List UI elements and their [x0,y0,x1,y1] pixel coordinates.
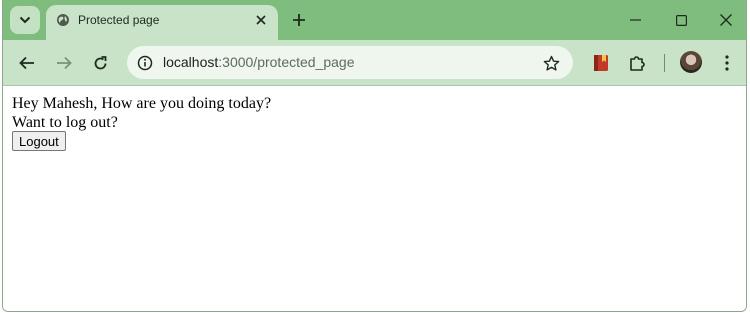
plus-icon [293,14,305,26]
new-tab-button[interactable] [288,9,310,31]
globe-icon [56,13,70,27]
logout-button[interactable]: Logout [12,131,66,151]
tab-search-button[interactable] [10,6,40,34]
bookmark-extension-button[interactable] [588,50,614,76]
close-icon[interactable] [252,11,270,29]
forward-button[interactable] [51,50,77,76]
window-close-icon [720,14,732,26]
tab-strip: Protected page [3,0,746,40]
url-path: :3000/protected_page [218,54,355,70]
tab-search-icon [19,16,31,24]
avatar[interactable] [680,51,702,73]
minimize-button[interactable] [622,8,648,32]
extensions-button[interactable] [624,50,650,76]
toolbar: localhost:3000/protected_page [3,40,746,86]
toolbar-divider [664,54,665,72]
tab-title: Protected page [78,13,160,27]
browser-window: Protected page localhost:3000/protected_… [2,0,747,312]
back-icon [19,56,35,70]
minimize-icon [629,19,641,21]
greeting-text: Hey Mahesh, How are you doing today? [12,95,272,112]
puzzle-icon [628,54,646,72]
maximize-button[interactable] [668,8,694,32]
tab-protected-page[interactable]: Protected page [46,5,278,40]
back-button[interactable] [14,50,40,76]
menu-button[interactable] [714,50,740,76]
menu-icon [725,55,729,71]
maximize-icon [675,14,687,26]
bookmark-extension-icon [593,54,609,72]
url-text: localhost:3000/protected_page [163,54,355,70]
forward-icon [56,56,72,70]
url-host: localhost [163,54,219,70]
logout-question: Want to log out? [12,114,118,131]
page-content: Hey Mahesh, How are you doing today? Wan… [3,86,746,311]
reload-icon [93,55,108,71]
site-info-icon[interactable] [135,53,155,73]
address-bar[interactable]: localhost:3000/protected_page [127,46,573,79]
window-close-button[interactable] [713,8,739,32]
reload-button[interactable] [87,50,113,76]
star-icon[interactable] [541,53,561,73]
